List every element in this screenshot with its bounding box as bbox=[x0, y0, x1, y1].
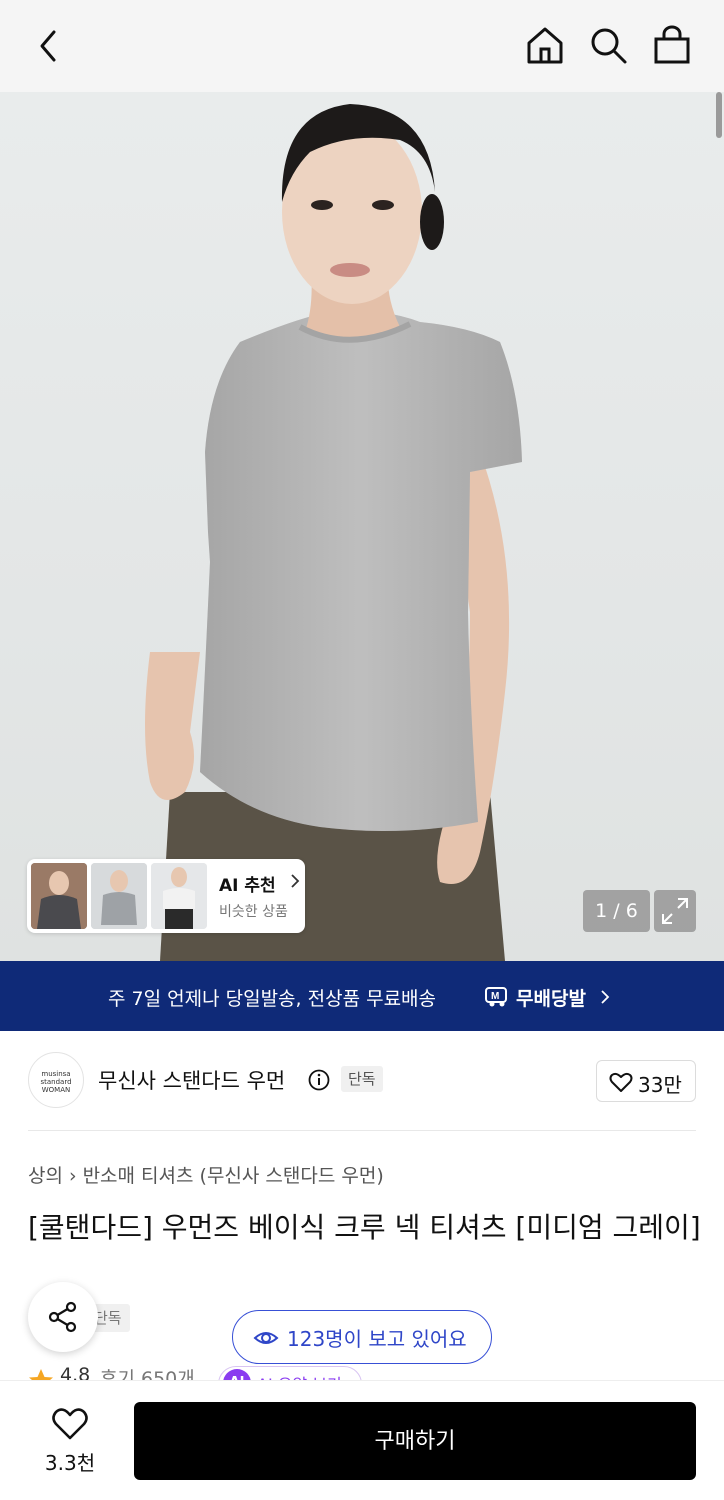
viewers-count-pill: 123명이 보고 있어요 bbox=[232, 1310, 492, 1364]
shopping-bag-icon[interactable] bbox=[651, 24, 693, 66]
free-delivery-label: 무배당발 bbox=[516, 988, 586, 1010]
delivery-truck-icon: M bbox=[485, 987, 507, 1007]
delivery-banner[interactable]: 주 7일 언제나 당일발송, 전상품 무료배송 M 무배당발 bbox=[0, 961, 724, 1031]
heart-icon bbox=[52, 1408, 88, 1440]
bottom-action-bar: 3.3천 구매하기 bbox=[0, 1380, 724, 1500]
brand-logo[interactable]: musinsa standard WOMAN bbox=[28, 1052, 84, 1108]
product-image-gallery[interactable] bbox=[0, 92, 724, 961]
recommend-thumbnail-3 bbox=[151, 863, 207, 929]
recommend-thumbnail-1 bbox=[31, 863, 87, 929]
ai-recommend-subtitle: 비슷한 상품 bbox=[219, 904, 288, 920]
ai-recommend-card[interactable]: AI 추천 비슷한 상품 bbox=[27, 859, 305, 933]
recommend-thumbnail-2 bbox=[91, 863, 147, 929]
expand-icon bbox=[662, 898, 688, 924]
wishlist-count: 3.3천 bbox=[44, 1451, 96, 1475]
home-icon[interactable] bbox=[524, 24, 566, 66]
breadcrumb: 상의 › 반소매 티셔츠 (무신사 스탠다드 우먼) bbox=[28, 1161, 384, 1188]
expand-button[interactable] bbox=[654, 890, 696, 932]
viewers-text: 123명이 보고 있어요 bbox=[287, 1327, 467, 1351]
top-app-bar bbox=[0, 0, 724, 92]
heart-icon bbox=[609, 1072, 633, 1092]
chevron-right-icon bbox=[601, 990, 610, 1004]
divider bbox=[28, 1130, 696, 1131]
banner-text: 주 7일 언제나 당일발송, 전상품 무료배송 bbox=[108, 988, 437, 1010]
scrollbar[interactable] bbox=[716, 92, 722, 138]
brand-like-count: 33만 bbox=[638, 1073, 682, 1097]
brand-like-button[interactable]: 33만 bbox=[596, 1060, 696, 1102]
brand-name[interactable]: 무신사 스탠다드 우먼 bbox=[98, 1065, 285, 1095]
exclusive-tag: 단독 bbox=[341, 1066, 383, 1092]
product-photo bbox=[145, 104, 522, 961]
buy-button[interactable]: 구매하기 bbox=[134, 1402, 696, 1480]
info-icon[interactable] bbox=[308, 1069, 330, 1091]
share-icon bbox=[48, 1301, 77, 1333]
chevron-right-icon bbox=[291, 874, 300, 888]
wishlist-button[interactable]: 3.3천 bbox=[30, 1403, 110, 1483]
eye-icon bbox=[253, 1332, 279, 1344]
share-button[interactable] bbox=[28, 1282, 98, 1352]
search-icon[interactable] bbox=[587, 24, 629, 66]
svg-text:M: M bbox=[491, 991, 499, 1002]
free-delivery-badge: M 무배당발 bbox=[484, 982, 614, 1010]
breadcrumb-category[interactable]: 상의 bbox=[28, 1165, 63, 1187]
chevron-left-icon[interactable] bbox=[30, 26, 70, 66]
product-title: [쿨탠다드] 우먼즈 베이식 크루 넥 티셔츠 [미디엄 그레이] bbox=[28, 1211, 701, 1244]
breadcrumb-separator-icon: › bbox=[68, 1165, 77, 1187]
brand-row: musinsa standard WOMAN 무신사 스탠다드 우먼 단독 33… bbox=[0, 1031, 724, 1131]
ai-recommend-title: AI 추천 bbox=[219, 876, 276, 896]
breadcrumb-subcategory[interactable]: 반소매 티셔츠 (무신사 스탠다드 우먼) bbox=[83, 1165, 384, 1187]
image-counter: 1 / 6 bbox=[583, 890, 650, 932]
